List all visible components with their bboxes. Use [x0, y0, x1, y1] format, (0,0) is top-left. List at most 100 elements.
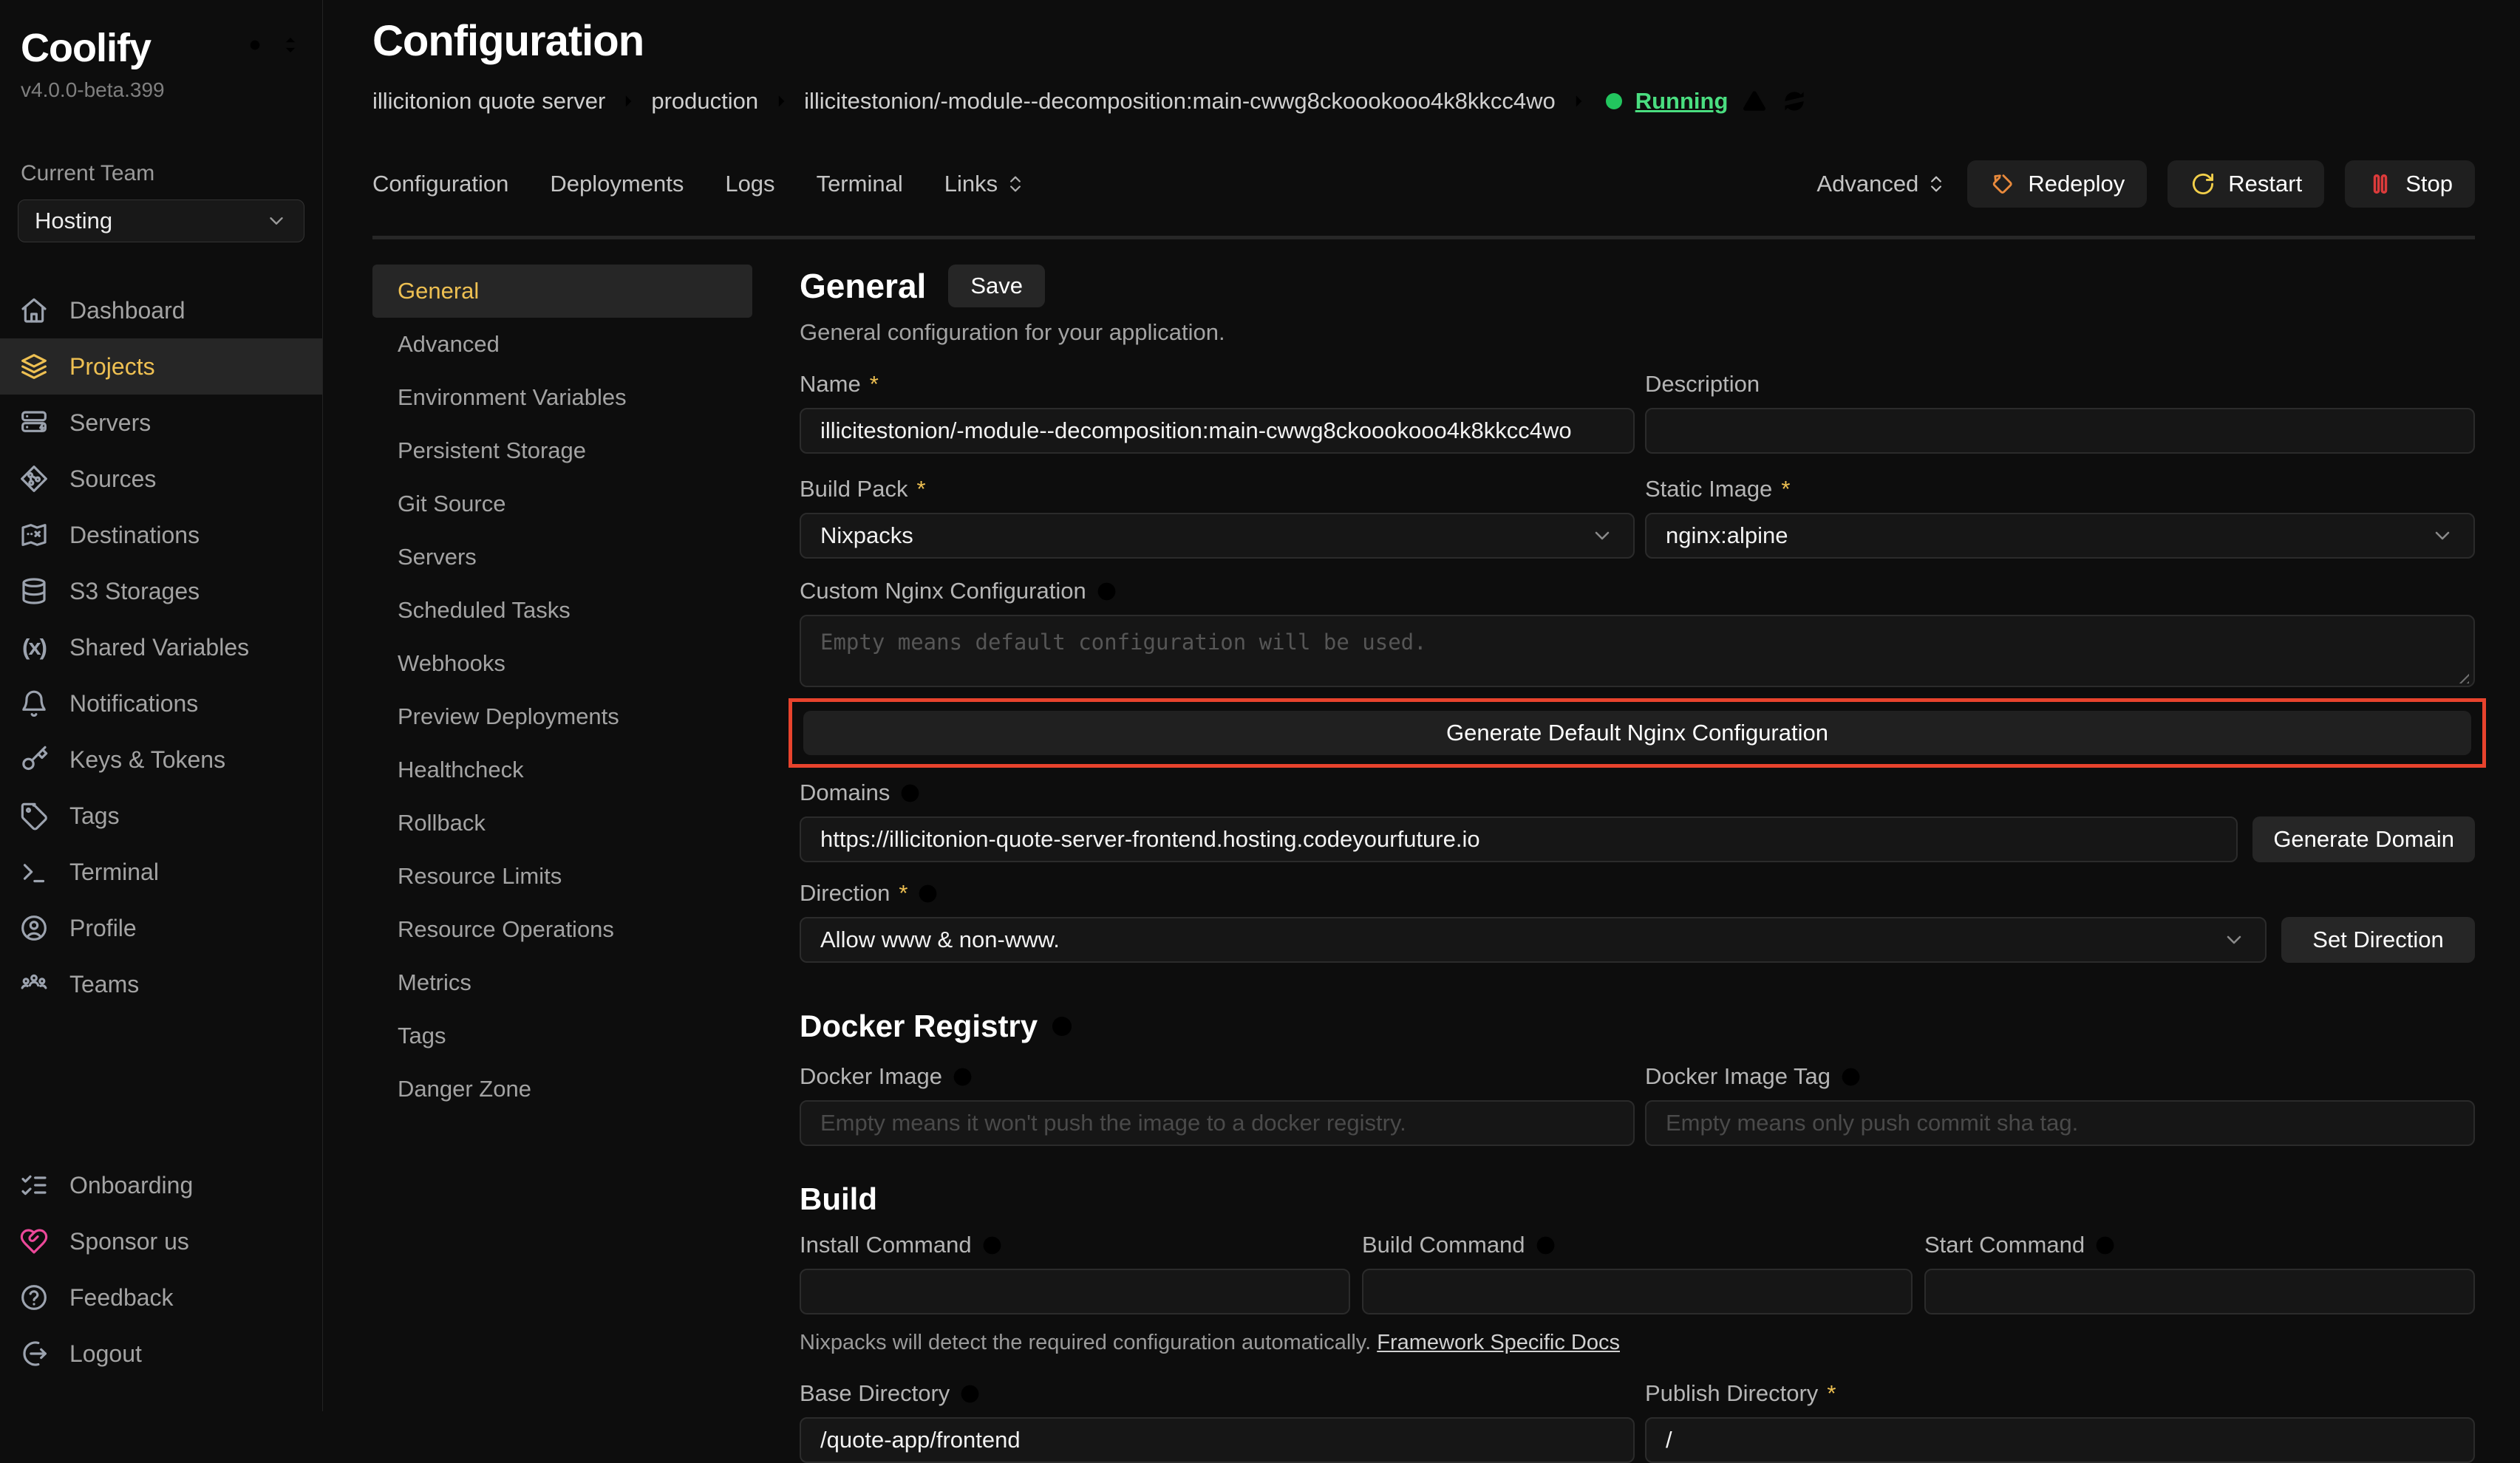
breadcrumb-project[interactable]: illicitonion quote server [372, 88, 605, 115]
tabs-bar: Configuration Deployments Logs Terminal … [372, 160, 2475, 239]
tab-logs[interactable]: Logs [725, 171, 774, 197]
theme-sun-icon[interactable] [241, 31, 269, 59]
sidebar-item-logout[interactable]: Logout [0, 1326, 322, 1382]
breadcrumb-resource[interactable]: illicitestonion/-module--decomposition:m… [804, 88, 1556, 115]
sidebar-item-destinations[interactable]: Destinations [0, 507, 322, 563]
description-input[interactable] [1645, 408, 2475, 454]
subnav-persistent-storage[interactable]: Persistent Storage [372, 424, 752, 477]
sidebar-item-keys-tokens[interactable]: Keys & Tokens [0, 732, 322, 788]
info-icon[interactable] [1534, 1234, 1557, 1257]
subnav-rollback[interactable]: Rollback [372, 797, 752, 850]
subnav-git-source[interactable]: Git Source [372, 477, 752, 531]
subnav-metrics[interactable]: Metrics [372, 956, 752, 1009]
generate-domain-button[interactable]: Generate Domain [2252, 816, 2475, 862]
info-icon[interactable] [916, 882, 939, 905]
publish-directory-input[interactable] [1645, 1417, 2475, 1463]
user-circle-icon [19, 913, 49, 943]
subnav-scheduled-tasks[interactable]: Scheduled Tasks [372, 584, 752, 637]
build-note: Nixpacks will detect the required config… [800, 1331, 2475, 1355]
sidebar-item-tags[interactable]: Tags [0, 788, 322, 844]
base-directory-input[interactable] [800, 1417, 1635, 1463]
sidebar-item-servers[interactable]: Servers [0, 395, 322, 451]
subnav-resource-operations[interactable]: Resource Operations [372, 903, 752, 956]
docker-image-label: Docker Image [800, 1063, 942, 1090]
save-button[interactable]: Save [948, 265, 1045, 307]
sidebar-item-sources[interactable]: Sources [0, 451, 322, 507]
list-checks-icon [19, 1170, 49, 1200]
chevrons-up-down-icon [1005, 174, 1026, 194]
nginx-config-textarea[interactable] [800, 615, 2475, 687]
description-label: Description [1645, 371, 1760, 398]
build-command-label: Build Command [1362, 1232, 1525, 1258]
domains-input[interactable] [800, 816, 2238, 862]
chevrons-up-down-icon [1926, 174, 1947, 194]
static-image-select[interactable]: nginx:alpine [1645, 513, 2475, 559]
set-direction-button[interactable]: Set Direction [2281, 917, 2475, 963]
info-icon[interactable] [2094, 1234, 2117, 1257]
info-icon[interactable] [1095, 580, 1118, 603]
advanced-dropdown[interactable]: Advanced [1816, 171, 1947, 197]
team-select[interactable]: Hosting [18, 200, 304, 242]
tab-deployments[interactable]: Deployments [550, 171, 684, 197]
generate-nginx-config-button[interactable]: Generate Default Nginx Configuration [803, 711, 2471, 755]
heart-handshake-icon [19, 1227, 49, 1256]
theme-chevrons-icon[interactable] [279, 34, 302, 56]
name-input[interactable] [800, 408, 1635, 454]
name-label: Name [800, 371, 861, 398]
publish-directory-label: Publish Directory [1645, 1380, 1818, 1407]
info-icon[interactable] [899, 782, 922, 805]
build-pack-label: Build Pack [800, 476, 907, 502]
refresh-icon[interactable] [1781, 88, 1808, 115]
sidebar-item-notifications[interactable]: Notifications [0, 675, 322, 732]
subnav-environment-variables[interactable]: Environment Variables [372, 371, 752, 424]
sidebar-item-s3-storages[interactable]: S3 Storages [0, 563, 322, 619]
start-command-input[interactable] [1924, 1269, 2475, 1314]
subnav-advanced[interactable]: Advanced [372, 318, 752, 371]
build-pack-select[interactable]: Nixpacks [800, 513, 1635, 559]
info-icon[interactable] [958, 1382, 981, 1405]
restart-button[interactable]: Restart [2167, 160, 2324, 208]
chevron-right-icon [619, 92, 638, 111]
subnav-general[interactable]: General [372, 265, 752, 318]
breadcrumb-environment[interactable]: production [651, 88, 758, 115]
nginx-config-wrap [800, 615, 2475, 691]
direction-select[interactable]: Allow www & non-www. [800, 917, 2267, 963]
sidebar-item-terminal[interactable]: Terminal [0, 844, 322, 900]
subnav-healthcheck[interactable]: Healthcheck [372, 743, 752, 797]
info-icon[interactable] [951, 1065, 974, 1088]
sidebar-item-feedback[interactable]: Feedback [0, 1269, 322, 1326]
docker-image-input[interactable] [800, 1100, 1635, 1146]
subnav-servers[interactable]: Servers [372, 531, 752, 584]
sidebar-item-dashboard[interactable]: Dashboard [0, 282, 322, 338]
tab-links[interactable]: Links [944, 171, 1026, 197]
docker-image-tag-input[interactable] [1645, 1100, 2475, 1146]
redeploy-button[interactable]: Redeploy [1967, 160, 2147, 208]
sidebar-item-teams[interactable]: Teams [0, 956, 322, 1012]
app-logo: Coolify [21, 25, 151, 71]
sidebar-item-sponsor[interactable]: Sponsor us [0, 1213, 322, 1269]
info-icon[interactable] [981, 1234, 1004, 1257]
sidebar-item-profile[interactable]: Profile [0, 900, 322, 956]
key-icon [19, 745, 49, 774]
status-badge[interactable]: Running [1635, 88, 1729, 115]
build-command-input[interactable] [1362, 1269, 1913, 1314]
tab-terminal[interactable]: Terminal [817, 171, 903, 197]
sidebar-item-projects[interactable]: Projects [0, 338, 322, 395]
build-title: Build [800, 1181, 877, 1217]
info-icon[interactable] [1049, 1014, 1075, 1039]
current-team-label: Current Team [18, 161, 304, 186]
subnav-danger-zone[interactable]: Danger Zone [372, 1063, 752, 1116]
sidebar-item-onboarding[interactable]: Onboarding [0, 1157, 322, 1213]
subnav-tags[interactable]: Tags [372, 1009, 752, 1063]
stop-button[interactable]: Stop [2345, 160, 2475, 208]
subnav-preview-deployments[interactable]: Preview Deployments [372, 690, 752, 743]
subnav-webhooks[interactable]: Webhooks [372, 637, 752, 690]
static-image-label: Static Image [1645, 476, 1772, 502]
tab-configuration[interactable]: Configuration [372, 171, 508, 197]
install-command-input[interactable] [800, 1269, 1350, 1314]
sidebar-item-shared-variables[interactable]: (x)Shared Variables [0, 619, 322, 675]
subnav-resource-limits[interactable]: Resource Limits [372, 850, 752, 903]
warning-triangle-icon[interactable] [1741, 88, 1768, 115]
info-icon[interactable] [1839, 1065, 1862, 1088]
framework-docs-link[interactable]: Framework Specific Docs [1377, 1331, 1620, 1354]
